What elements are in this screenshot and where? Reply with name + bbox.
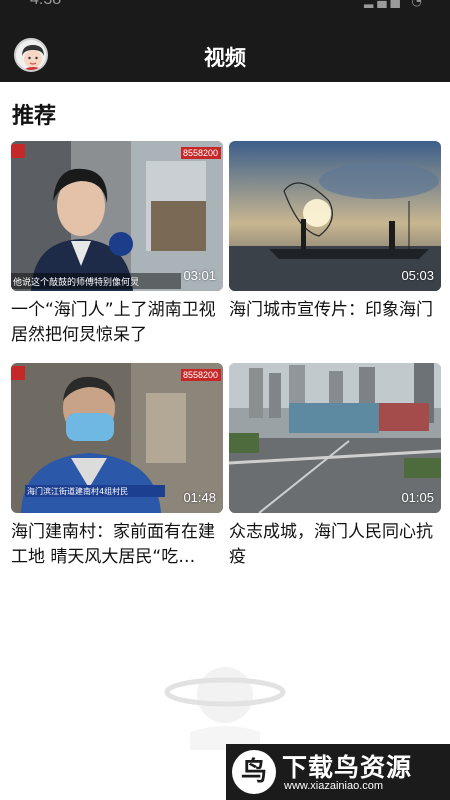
- video-duration: 05:03: [401, 268, 434, 283]
- video-thumbnail[interactable]: 01:05: [229, 363, 441, 513]
- channel-badge: 8558200: [183, 370, 218, 380]
- video-subtitle-text: 海门滨江街道建南村4组村民: [27, 486, 128, 496]
- planet-loading-icon: [160, 650, 290, 750]
- video-duration: 03:01: [183, 268, 216, 283]
- video-card[interactable]: 01:05 众志成城，海门人民同心抗疫: [229, 363, 441, 570]
- watermark-url: www.xiazainiao.com: [284, 780, 384, 792]
- signal-battery-icon: ▂▄▆ ◔: [364, 0, 426, 8]
- video-caption[interactable]: 海门建南村：家前面有在建工地 晴天风大居民“吃…: [11, 520, 223, 570]
- video-caption[interactable]: 众志成城，海门人民同心抗疫: [229, 520, 441, 570]
- video-card[interactable]: 8558200 海门滨江街道建南村4组村民 01:48 海门建南村：家前面有在建…: [11, 363, 223, 570]
- video-card[interactable]: 8558200 他说这个敲鼓的师傅特别像何炅 03:01 一个“海门人”上了湖南…: [11, 141, 223, 348]
- video-caption[interactable]: 一个“海门人”上了湖南卫视 居然把何炅惊呆了: [11, 298, 223, 348]
- status-bar: 4:38 ▂▄▆ ◔: [0, 0, 450, 14]
- watermark-title: 下载鸟资源: [282, 753, 413, 782]
- status-time: 4:38: [30, 0, 61, 9]
- video-thumbnail[interactable]: 05:03: [229, 141, 441, 291]
- channel-badge: 8558200: [183, 148, 218, 158]
- video-duration: 01:05: [401, 490, 434, 505]
- video-thumbnail[interactable]: 8558200 海门滨江街道建南村4组村民 01:48: [11, 363, 223, 513]
- section-title-recommended: 推荐: [12, 104, 57, 129]
- video-subtitle-text: 他说这个敲鼓的师傅特别像何炅: [13, 276, 139, 288]
- video-duration: 01:48: [183, 490, 216, 505]
- watermark-banner: 鸟 下载鸟资源 www.xiazainiao.com: [226, 744, 450, 800]
- bird-logo-icon: 鸟: [232, 750, 276, 794]
- video-caption[interactable]: 海门城市宣传片：印象海门: [229, 298, 441, 348]
- nav-bar: 视频: [0, 14, 450, 82]
- page-title: 视频: [204, 46, 246, 70]
- video-thumbnail[interactable]: 8558200 他说这个敲鼓的师傅特别像何炅 03:01: [11, 141, 223, 291]
- video-card[interactable]: 05:03 海门城市宣传片：印象海门: [229, 141, 441, 348]
